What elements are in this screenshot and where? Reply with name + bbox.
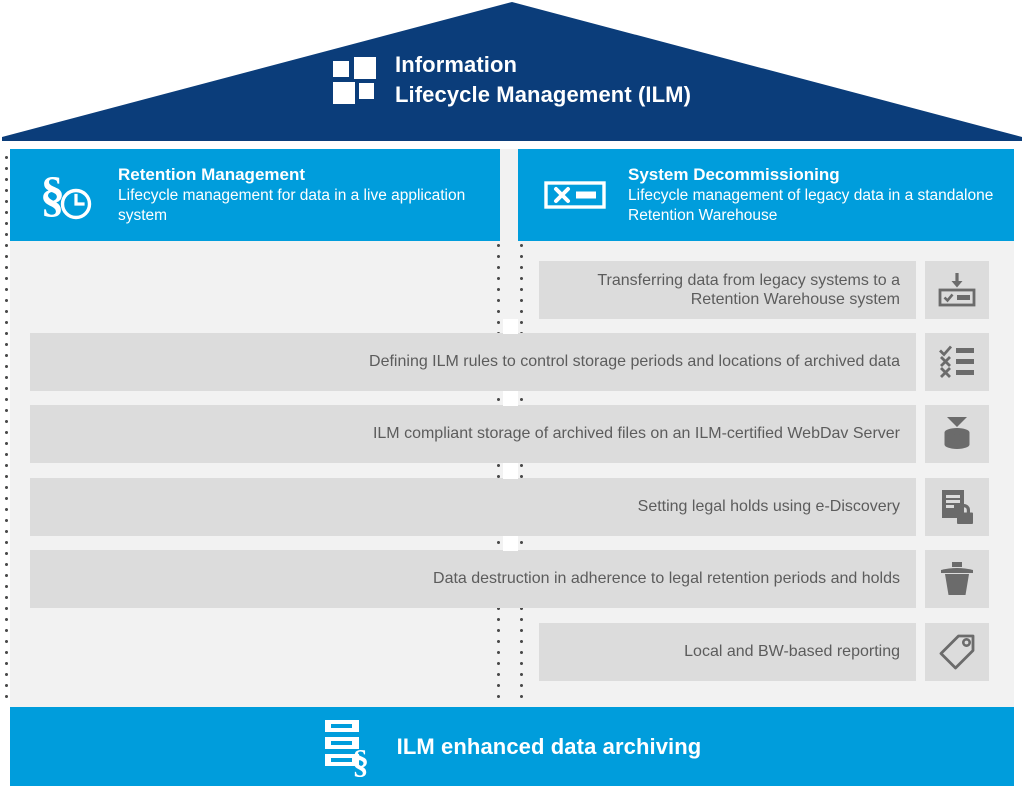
decommission-box-icon	[544, 181, 606, 209]
dotted-guide-left	[5, 152, 8, 704]
row-label: Defining ILM rules to control storage pe…	[30, 333, 916, 391]
row-icon-cell	[925, 478, 989, 536]
table-row[interactable]: Defining ILM rules to control storage pe…	[30, 333, 989, 391]
table-row[interactable]: Setting legal holds using e-Discovery	[30, 478, 989, 536]
footer-bar[interactable]: § ILM enhanced data archiving	[10, 707, 1014, 786]
database-store-icon	[944, 417, 970, 449]
column-divider-notch	[503, 463, 518, 479]
document-lock-icon	[942, 490, 973, 524]
trash-can-icon	[941, 562, 973, 595]
column-header-retention-management[interactable]: § Retention Management Lifecycle managem…	[10, 149, 500, 241]
four-squares-logo-icon	[333, 56, 379, 104]
column-divider-notch	[503, 391, 518, 406]
roof-title-line1: Information	[395, 52, 518, 78]
row-icon-cell	[925, 261, 989, 319]
row-icon-cell	[925, 333, 989, 391]
row-label: ILM compliant storage of archived files …	[30, 405, 916, 463]
row-icon-cell	[925, 623, 989, 681]
roof-banner: Information Lifecycle Management (ILM)	[0, 0, 1024, 141]
table-row[interactable]: Transferring data from legacy systems to…	[539, 261, 989, 319]
checklist-icon	[939, 345, 974, 378]
row-label: Data destruction in adherence to legal r…	[30, 550, 916, 608]
column-divider-notch	[503, 536, 518, 551]
row-label: Setting legal holds using e-Discovery	[30, 478, 916, 536]
row-label: Transferring data from legacy systems to…	[539, 261, 916, 319]
row-icon-cell	[925, 550, 989, 608]
ilm-diagram: Information Lifecycle Management (ILM) §…	[0, 0, 1024, 801]
column-title: Retention Management	[118, 164, 306, 184]
table-row[interactable]: Data destruction in adherence to legal r…	[30, 550, 989, 608]
footer-title: ILM enhanced data archiving	[396, 733, 702, 759]
column-divider-notch	[503, 319, 518, 334]
column-title: System Decommissioning	[628, 164, 840, 184]
svg-text:§: §	[352, 744, 369, 777]
row-label: Local and BW-based reporting	[539, 623, 916, 681]
table-row[interactable]: ILM compliant storage of archived files …	[30, 405, 989, 463]
column-header-system-decommissioning[interactable]: System Decommissioning Lifecycle managem…	[518, 149, 1014, 241]
roof-title-line2: Lifecycle Management (ILM)	[395, 81, 691, 107]
row-icon-cell	[925, 405, 989, 463]
download-to-box-icon	[938, 273, 976, 307]
table-row[interactable]: Local and BW-based reporting	[539, 623, 989, 681]
column-subtitle: Lifecycle management for data in a live …	[118, 186, 466, 225]
section-clock-icon: §	[40, 167, 92, 222]
tag-icon	[939, 634, 975, 670]
column-subtitle: Lifecycle management of legacy data in a…	[628, 186, 994, 225]
svg-text:§: §	[40, 167, 65, 222]
archive-rack-section-icon: §	[324, 719, 369, 777]
page-title: Information Lifecycle Management (ILM)	[395, 50, 691, 108]
